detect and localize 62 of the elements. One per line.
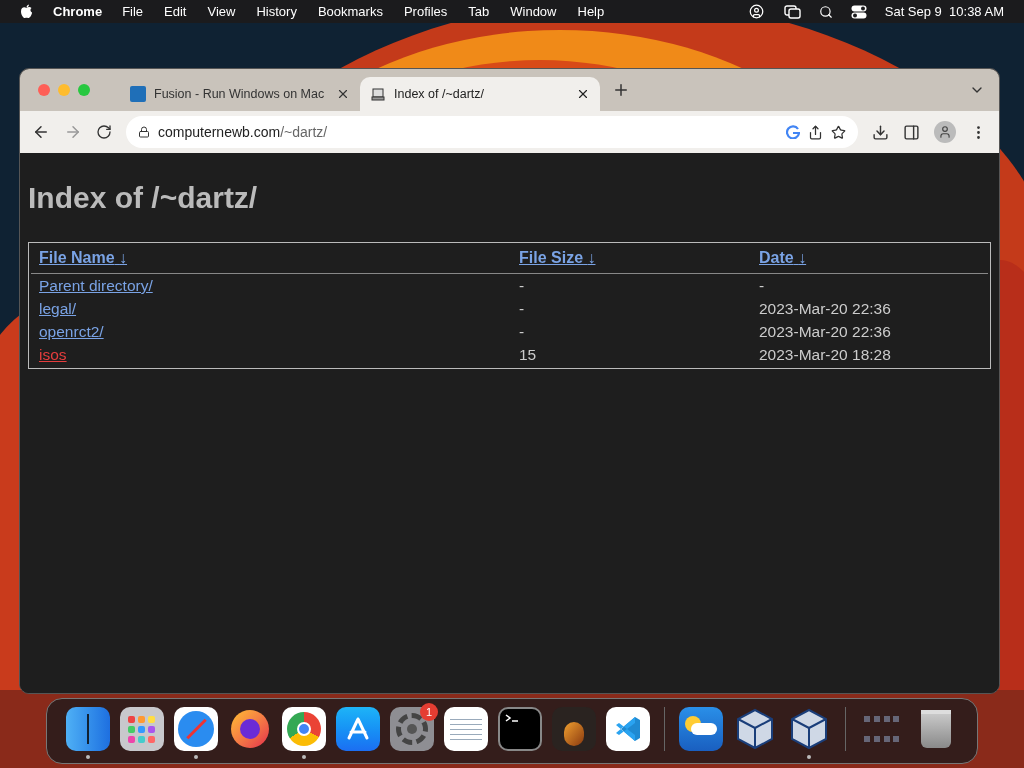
menu-item[interactable]: View: [207, 1, 236, 22]
settings-icon[interactable]: [390, 707, 434, 751]
google-icon[interactable]: [786, 125, 800, 139]
menu-item[interactable]: History: [256, 1, 297, 22]
column-header-link[interactable]: Date ↓: [751, 243, 988, 273]
menu-item[interactable]: Profiles: [403, 1, 448, 22]
close-tab-icon[interactable]: [336, 87, 350, 101]
file-date: 2023-Mar-20 22:36: [758, 299, 892, 319]
side-panel-icon[interactable]: [903, 123, 920, 141]
vscode-icon[interactable]: [606, 707, 650, 751]
close-tab-icon[interactable]: [576, 87, 590, 101]
favicon-icon: [130, 86, 146, 102]
appstore-icon[interactable]: [336, 707, 380, 751]
file-date: 2023-Mar-20 18:28: [758, 345, 892, 365]
menu-item[interactable]: Window: [510, 1, 557, 22]
menu-item[interactable]: Help: [577, 1, 605, 22]
menu-item[interactable]: Tab: [468, 1, 490, 22]
file-link[interactable]: legal/: [39, 300, 77, 317]
textedit-icon[interactable]: [444, 707, 488, 751]
computer-icon: [370, 86, 386, 102]
toggles-icon[interactable]: [850, 4, 867, 19]
tab-title: Index of /~dartz/: [394, 85, 485, 103]
lock-icon: [138, 126, 150, 138]
menu-item[interactable]: Edit: [164, 1, 187, 22]
launchpad-icon[interactable]: [120, 707, 164, 751]
menu-item[interactable]: Bookmarks: [317, 1, 383, 22]
profile-avatar[interactable]: [934, 121, 956, 143]
safari-icon[interactable]: [174, 707, 218, 751]
file-size: 15: [518, 345, 538, 365]
file-link[interactable]: isos: [39, 346, 67, 363]
notification-badge: 1: [420, 703, 438, 721]
weather-icon[interactable]: [679, 707, 723, 751]
chrome-icon[interactable]: [282, 707, 326, 751]
user-icon[interactable]: [748, 4, 764, 19]
column-header-link[interactable]: File Name ↓: [31, 243, 511, 273]
file-size: -: [518, 299, 526, 319]
reload-icon[interactable]: [96, 124, 112, 140]
address-bar[interactable]: computernewb.com/~dartz/: [126, 116, 858, 148]
search-icon[interactable]: [818, 4, 833, 19]
file-size: -: [518, 322, 526, 342]
page-heading: Index of /~dartz/: [28, 180, 259, 216]
apple-icon[interactable]: [20, 4, 33, 19]
file-link[interactable]: Parent directory/: [39, 277, 153, 294]
browser-tab[interactable]: Index of /~dartz/: [360, 77, 600, 111]
new-tab-icon[interactable]: [612, 81, 630, 99]
bookmark-icon[interactable]: [831, 124, 846, 140]
file-link[interactable]: openrct2/: [39, 323, 104, 340]
back-icon[interactable]: [32, 123, 50, 141]
download-icon[interactable]: [872, 123, 889, 141]
file-date: 2023-Mar-20 22:36: [758, 322, 892, 342]
browser-tab[interactable]: Fusion - Run Windows on Mac: [120, 77, 360, 111]
menu-item[interactable]: File: [122, 1, 144, 22]
tab-title: Fusion - Run Windows on Mac: [154, 85, 326, 103]
file-date: -: [758, 276, 766, 296]
file-size: -: [518, 276, 526, 296]
column-header-link[interactable]: File Size ↓: [511, 243, 751, 273]
clock[interactable]: Sat Sep 9 10:38 AM: [884, 1, 1004, 22]
terminal-icon[interactable]: [498, 707, 542, 751]
share-icon[interactable]: [808, 124, 823, 140]
windows-icon[interactable]: [783, 4, 801, 19]
menu-app-name[interactable]: Chrome: [53, 1, 103, 22]
url-text: computernewb.com/~dartz/: [158, 122, 329, 142]
